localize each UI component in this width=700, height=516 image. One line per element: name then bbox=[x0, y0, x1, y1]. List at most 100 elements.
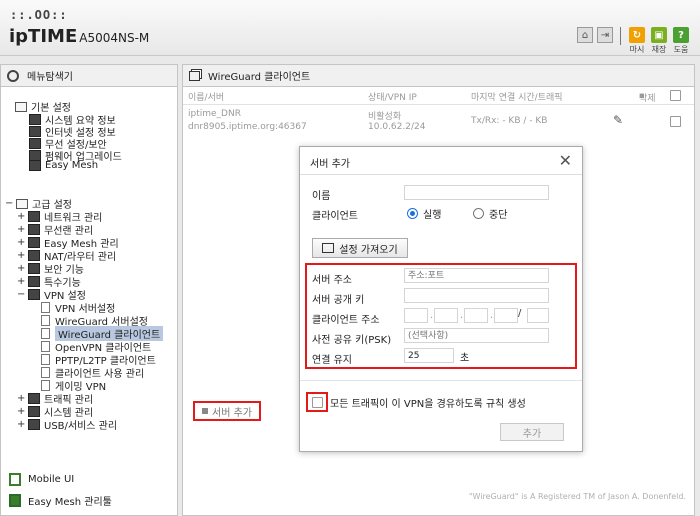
mobile-ui-link[interactable]: Mobile UI bbox=[9, 473, 74, 486]
help-icon: ? bbox=[673, 27, 689, 43]
slash-separator: / bbox=[518, 308, 522, 319]
logo-brand: ipTIME bbox=[9, 26, 78, 47]
sidebar-item-easy-mesh[interactable]: Easy Mesh bbox=[29, 160, 98, 171]
header-toolbar: ⌂ ⇥ ↻ 마시 ▣ 재장 ? 도움 bbox=[577, 27, 690, 55]
psk-label: 사전 공유 키(PSK) bbox=[312, 335, 392, 346]
expand-icon[interactable]: + bbox=[17, 406, 25, 417]
refresh-button[interactable]: ↻ 마시 bbox=[628, 27, 646, 55]
select-all-checkbox[interactable] bbox=[670, 90, 681, 101]
vpn-icon bbox=[28, 289, 40, 300]
radio-run-button[interactable] bbox=[407, 208, 418, 219]
save-button[interactable]: ▣ 재장 bbox=[650, 27, 668, 55]
sidebar: 메뉴탐색기 기본 설정 시스템 요약 정보 인터넷 설정 정보 무선 설정/보안… bbox=[0, 64, 178, 516]
logo-model: A5004NS-M bbox=[79, 31, 150, 45]
special-icon bbox=[28, 276, 40, 287]
client-ip-octet-3[interactable] bbox=[464, 308, 488, 323]
add-server-button[interactable]: 서버 추가 bbox=[193, 401, 261, 421]
dot-separator: . bbox=[430, 310, 434, 321]
easy-mesh-tool-link[interactable]: Easy Mesh 관리툴 bbox=[9, 493, 112, 508]
keepalive-label: 연결 유지 bbox=[312, 355, 352, 366]
keepalive-unit: 초 bbox=[460, 353, 470, 364]
import-settings-button[interactable]: 설정 가져오기 bbox=[312, 238, 408, 258]
main-header: WireGuard 클라이언트 bbox=[183, 65, 694, 87]
save-label: 재장 bbox=[651, 45, 667, 54]
row-server: dnr8905.iptime.org:46367 bbox=[188, 122, 307, 132]
dot-separator: . bbox=[490, 310, 494, 321]
expand-icon[interactable]: + bbox=[17, 250, 25, 261]
traffic-icon bbox=[28, 393, 40, 404]
page-icon bbox=[41, 341, 50, 352]
edit-icon[interactable]: ✎ bbox=[613, 113, 623, 127]
psk-input[interactable] bbox=[404, 328, 549, 343]
system-icon bbox=[28, 406, 40, 417]
save-icon: ▣ bbox=[651, 27, 667, 43]
client-ip-octet-4[interactable] bbox=[494, 308, 518, 323]
page-icon bbox=[41, 367, 50, 378]
route-all-label: 모든 트래픽이 이 VPN을 경유하도록 규칙 생성 bbox=[330, 398, 526, 410]
sidebar-header: 메뉴탐색기 bbox=[1, 65, 177, 87]
table-header: 이름/서버 상태/VPN IP 마지막 연결 시간/트래픽 ◾ 삭제 bbox=[183, 88, 694, 105]
easy-mesh-tool-label: Easy Mesh 관리툴 bbox=[28, 497, 112, 508]
sidebar-item-usb[interactable]: + USB/서비스 관리 bbox=[17, 417, 117, 432]
collapse-icon[interactable]: − bbox=[17, 289, 25, 300]
toolbar-divider bbox=[620, 27, 621, 45]
table-row: iptime_DNR dnr8905.iptime.org:46367 비활성화… bbox=[183, 107, 694, 137]
close-icon[interactable]: ✕ bbox=[559, 151, 572, 170]
client-ip-octet-1[interactable] bbox=[404, 308, 428, 323]
mesh-icon bbox=[29, 160, 41, 171]
page-icon bbox=[41, 315, 50, 326]
name-input[interactable] bbox=[404, 185, 549, 200]
help-label: 도움 bbox=[673, 45, 689, 54]
radio-stop-button[interactable] bbox=[473, 208, 484, 219]
client-label: 클라이언트 bbox=[312, 211, 358, 222]
collapse-icon[interactable]: − bbox=[5, 198, 13, 209]
page-title: WireGuard 클라이언트 bbox=[208, 72, 311, 83]
route-all-checkbox[interactable] bbox=[311, 396, 323, 408]
expand-icon[interactable]: + bbox=[17, 211, 25, 222]
name-label: 이름 bbox=[312, 191, 331, 202]
mobile-ui-label: Mobile UI bbox=[28, 474, 75, 485]
help-button[interactable]: ? 도움 bbox=[672, 27, 690, 55]
folder-icon bbox=[16, 198, 28, 209]
server-address-input[interactable] bbox=[404, 268, 549, 283]
radio-stop[interactable]: 중단 bbox=[473, 206, 507, 221]
expand-icon[interactable]: + bbox=[17, 237, 25, 248]
keepalive-input[interactable] bbox=[404, 348, 454, 363]
expand-icon[interactable]: + bbox=[17, 224, 25, 235]
logout-icon[interactable]: ⇥ bbox=[597, 27, 613, 43]
header: ::.OO:: ipTIME A5004NS-M ⌂ ⇥ ↻ 마시 ▣ 재장 ? … bbox=[0, 0, 700, 56]
lock-icon bbox=[28, 263, 40, 274]
refresh-icon: ↻ bbox=[629, 27, 645, 43]
client-ip-octet-2[interactable] bbox=[434, 308, 458, 323]
home-icon[interactable]: ⌂ bbox=[577, 27, 593, 43]
expand-icon[interactable]: + bbox=[17, 276, 25, 287]
dialog-divider bbox=[300, 174, 582, 175]
router-icon bbox=[28, 250, 40, 261]
client-ip-prefix[interactable] bbox=[527, 308, 549, 323]
row-status: 비활성화 bbox=[368, 112, 402, 122]
add-button[interactable]: 추가 bbox=[500, 423, 564, 441]
route-all-checkbox-highlight bbox=[306, 392, 328, 412]
public-key-label: 서버 공개 키 bbox=[312, 295, 365, 306]
mesh-icon bbox=[28, 237, 40, 248]
network-icon bbox=[28, 211, 40, 222]
expand-icon[interactable]: + bbox=[17, 263, 25, 274]
folder-icon bbox=[15, 101, 27, 112]
expand-icon[interactable]: + bbox=[17, 419, 25, 430]
radio-stop-label: 중단 bbox=[489, 210, 508, 221]
expand-icon[interactable]: + bbox=[17, 393, 25, 404]
radio-run-label: 실행 bbox=[423, 210, 442, 221]
logo: ipTIME A5004NS-M bbox=[9, 26, 149, 47]
col-name-server: 이름/서버 bbox=[188, 93, 225, 103]
radio-run[interactable]: 실행 bbox=[407, 206, 441, 221]
refresh-label: 마시 bbox=[629, 45, 645, 54]
add-server-dialog: 서버 추가 ✕ 이름 클라이언트 실행 중단 설정 가져오기 서버 주소 서버 … bbox=[299, 146, 583, 452]
row-name: iptime_DNR bbox=[188, 109, 241, 119]
row-delete-checkbox[interactable] bbox=[670, 116, 681, 127]
magnifier-icon bbox=[7, 69, 19, 82]
sidebar-title: 메뉴탐색기 bbox=[27, 72, 73, 83]
server-address-label: 서버 주소 bbox=[312, 275, 352, 286]
page-icon bbox=[41, 380, 50, 391]
public-key-input[interactable] bbox=[404, 288, 549, 303]
plus-icon bbox=[202, 408, 208, 414]
